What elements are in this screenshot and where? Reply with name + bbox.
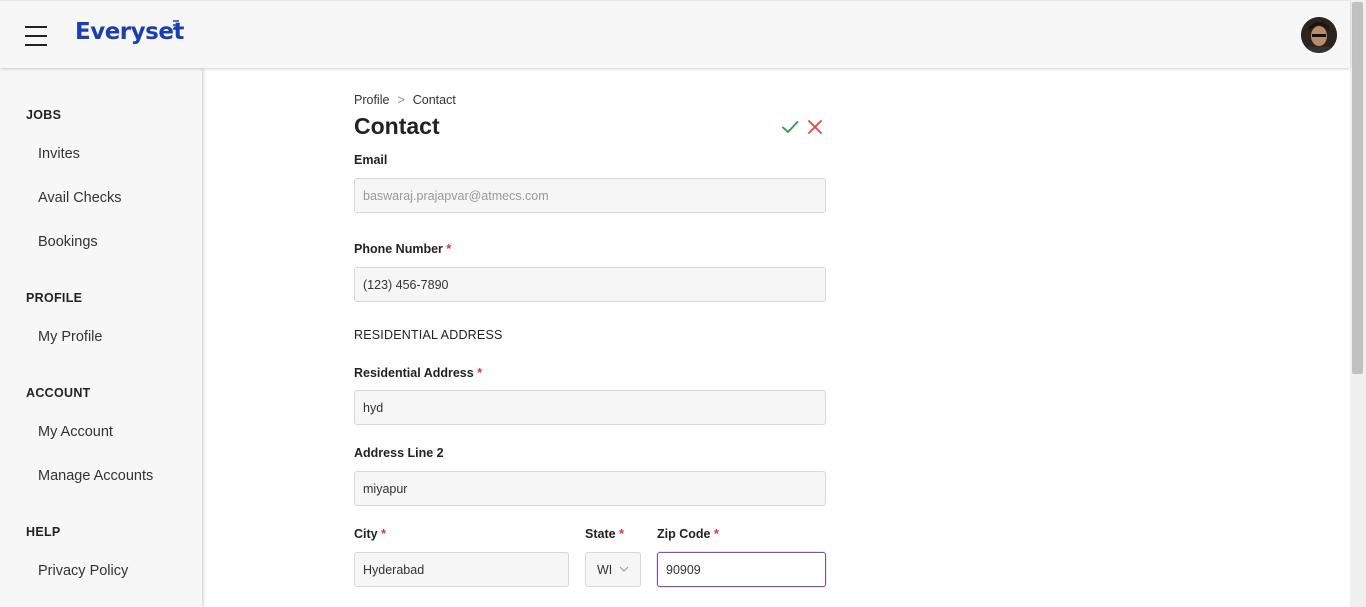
state-label: State * xyxy=(585,527,624,541)
required-marker: * xyxy=(619,527,624,541)
sidebar-item-my-account[interactable]: My Account xyxy=(38,424,113,440)
breadcrumb-profile[interactable]: Profile xyxy=(354,93,389,107)
zip-label-text: Zip Code xyxy=(657,527,711,541)
hamburger-icon[interactable] xyxy=(25,26,47,46)
zip-code-field[interactable] xyxy=(657,552,826,587)
close-icon[interactable] xyxy=(807,119,823,135)
residential-address-field[interactable] xyxy=(354,390,826,425)
sidebar-item-avail-checks[interactable]: Avail Checks xyxy=(38,190,122,206)
address-label: Residential Address * xyxy=(354,366,482,380)
state-label-text: State xyxy=(585,527,616,541)
sidebar: JOBS Invites Avail Checks Bookings PROFI… xyxy=(0,69,203,607)
city-field[interactable] xyxy=(354,552,569,587)
sidebar-item-privacy-policy[interactable]: Privacy Policy xyxy=(38,563,128,579)
sidebar-item-bookings[interactable]: Bookings xyxy=(38,234,98,250)
city-label-text: City xyxy=(354,527,378,541)
address-line2-label: Address Line 2 xyxy=(354,446,444,460)
required-marker: * xyxy=(713,527,719,541)
email-field[interactable] xyxy=(354,178,826,213)
phone-field[interactable] xyxy=(354,267,826,302)
phone-label-text: Phone Number xyxy=(354,242,443,256)
email-label: Email xyxy=(354,153,388,167)
zip-label: Zip Code * xyxy=(657,527,719,541)
residential-address-section-title: RESIDENTIAL ADDRESS xyxy=(354,328,503,342)
sidebar-heading-help: HELP xyxy=(26,525,61,539)
state-select[interactable]: WI xyxy=(585,552,641,587)
breadcrumb-current: Contact xyxy=(412,93,456,107)
state-select-value: WI xyxy=(597,563,613,577)
user-avatar[interactable] xyxy=(1301,17,1337,53)
check-icon[interactable] xyxy=(781,118,799,136)
breadcrumb-separator: > xyxy=(397,93,405,107)
required-marker: * xyxy=(477,366,483,380)
sidebar-heading-profile: PROFILE xyxy=(26,291,83,305)
breadcrumb: Profile > Contact xyxy=(354,93,456,107)
required-marker: * xyxy=(446,242,452,256)
scrollbar-thumb[interactable] xyxy=(1352,2,1363,374)
sidebar-item-invites[interactable]: Invites xyxy=(38,146,80,162)
sidebar-heading-jobs: JOBS xyxy=(26,108,62,122)
city-label: City * xyxy=(354,527,386,541)
phone-label: Phone Number * xyxy=(354,242,451,256)
main-content: Profile > Contact Contact Email Phone Numb… xyxy=(204,69,1350,607)
required-marker: * xyxy=(381,527,386,541)
page-title: Contact xyxy=(354,113,440,139)
sidebar-item-my-profile[interactable]: My Profile xyxy=(38,329,102,345)
logo-mark-icon xyxy=(173,20,179,30)
chevron-down-icon xyxy=(619,566,629,572)
sidebar-item-manage-accounts[interactable]: Manage Accounts xyxy=(38,468,153,484)
brand-logo[interactable]: Everyset xyxy=(75,19,184,45)
top-bar: Everyset xyxy=(0,0,1350,68)
address-line2-field[interactable] xyxy=(354,471,826,506)
avatar-image xyxy=(1301,17,1337,53)
sidebar-heading-account: ACCOUNT xyxy=(26,386,91,400)
address-label-text: Residential Address xyxy=(354,366,474,380)
